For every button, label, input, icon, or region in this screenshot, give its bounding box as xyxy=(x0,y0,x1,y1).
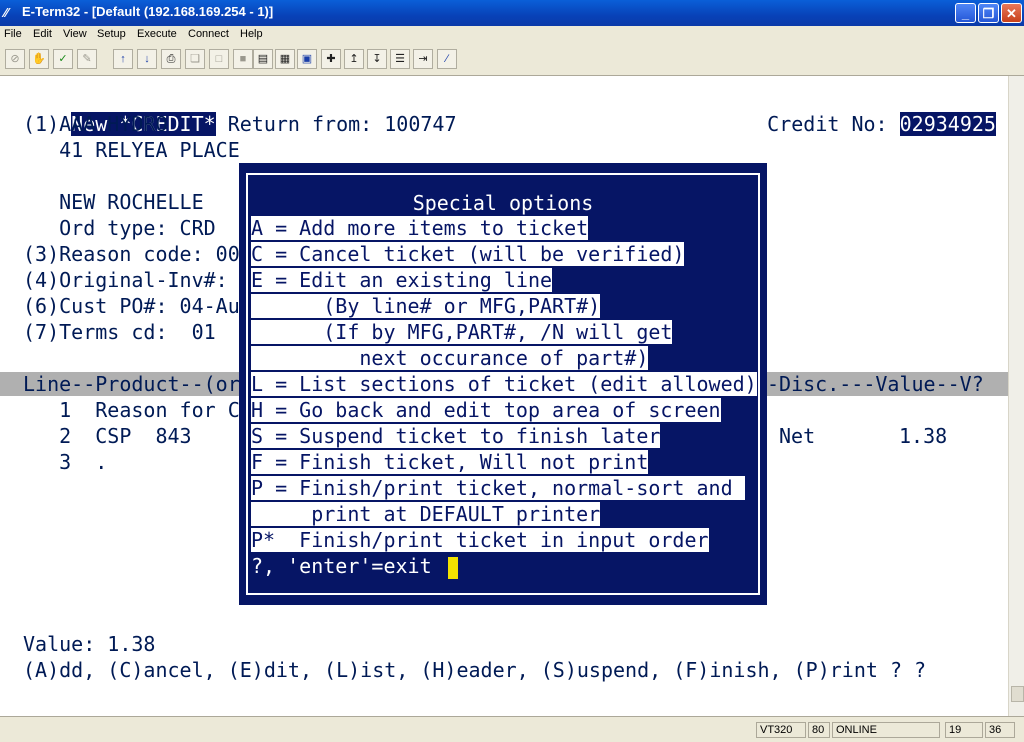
edit-icon[interactable]: ∕ xyxy=(437,49,457,69)
copy-icon[interactable]: ❏ xyxy=(185,49,205,69)
option-suspend[interactable]: S = Suspend ticket to finish later xyxy=(251,424,661,448)
line-item-2-disc: Net xyxy=(779,424,816,448)
app-icon[interactable]: ∕∕ xyxy=(4,5,20,21)
menu-file[interactable]: File xyxy=(4,28,22,40)
option-cancel[interactable]: C = Cancel ticket (will be verified) xyxy=(251,242,685,266)
credit-no: 02934925 xyxy=(899,112,996,136)
script-icon[interactable]: ☰ xyxy=(390,49,410,69)
text-cursor xyxy=(447,556,458,579)
option-add[interactable]: A = Add more items to ticket xyxy=(251,216,589,240)
option-print[interactable]: P = Finish/print ticket, normal-sort and xyxy=(251,476,745,500)
status-emulation: VT320 xyxy=(756,722,806,738)
menu-setup[interactable]: Setup xyxy=(97,28,126,40)
option-print-input-order[interactable]: P* Finish/print ticket in input order xyxy=(251,528,709,552)
exit-icon[interactable]: ⇥ xyxy=(413,49,433,69)
grid-icon[interactable]: ▦ xyxy=(275,49,295,69)
receive-file-icon[interactable]: ↓ xyxy=(137,49,157,69)
upload-icon[interactable]: ↥ xyxy=(344,49,364,69)
window-title: E-Term32 - [Default (192.168.169.254 - 1… xyxy=(22,4,274,19)
clear-icon[interactable]: ■ xyxy=(233,49,253,69)
option-finish[interactable]: F = Finish ticket, Will not print xyxy=(251,450,649,474)
menu-edit[interactable]: Edit xyxy=(33,28,52,40)
cust-po: (6)Cust PO#: 04-Au xyxy=(23,294,240,318)
column-header-left: Line--Product--(or xyxy=(23,372,240,396)
option-list[interactable]: L = List sections of ticket (edit allowe… xyxy=(251,372,757,396)
columns-icon[interactable]: ▤ xyxy=(253,49,273,69)
return-from: Return from: 100747 xyxy=(215,112,457,136)
menu-connect[interactable]: Connect xyxy=(188,28,229,40)
menu-bar: File Edit View Setup Execute Connect Hel… xyxy=(0,26,1024,44)
download-icon[interactable]: ↧ xyxy=(367,49,387,69)
send-file-icon[interactable]: ↑ xyxy=(113,49,133,69)
paste-icon[interactable]: □ xyxy=(209,49,229,69)
address-line: 41 RELYEA PLACE xyxy=(23,138,240,162)
option-header[interactable]: H = Go back and edit top area of screen xyxy=(251,398,721,422)
minimize-button[interactable]: _ xyxy=(955,3,976,23)
status-bar: VT320 80 ONLINE 19 36 xyxy=(0,716,1024,742)
keypad-icon[interactable]: ▣ xyxy=(297,49,317,69)
restore-button[interactable]: ❐ xyxy=(978,3,999,23)
column-header-right: -Disc.---Value--V? xyxy=(767,372,984,396)
command-prompt: (A)dd, (C)ancel, (E)dit, (L)ist, (H)eade… xyxy=(23,658,927,682)
hand-icon[interactable]: ✋ xyxy=(29,49,49,69)
crosshair-icon[interactable]: ✚ xyxy=(321,49,341,69)
disconnect-icon[interactable]: ⊘ xyxy=(5,49,25,69)
connect-icon[interactable]: ✓ xyxy=(53,49,73,69)
vertical-scrollbar[interactable] xyxy=(1008,76,1024,716)
scrollbar-thumb[interactable] xyxy=(1011,686,1024,702)
special-options-dialog: Special options A = Add more items to ti… xyxy=(239,163,767,605)
dialog-prompt[interactable]: ?, 'enter'=exit xyxy=(251,554,458,579)
menu-help[interactable]: Help xyxy=(240,28,263,40)
credit-no-label: Credit No: xyxy=(767,112,900,136)
reason-code: (3)Reason code: 00 xyxy=(23,242,240,266)
city-line: NEW ROCHELLE xyxy=(23,190,204,214)
ord-type: Ord type: CRD xyxy=(23,216,216,240)
toolbar: ⊘ ✋ ✓ ✎ ↑ ↓ ⎙ ❏ □ ■ ▤ ▦ ▣ ✚ ↥ ↧ ☰ ⇥ ∕ xyxy=(0,44,1024,76)
status-row: 19 xyxy=(945,722,983,738)
terms-code: (7)Terms cd: 01 xyxy=(23,320,216,344)
option-edit-note-1: (By line# or MFG,PART#) xyxy=(251,294,601,318)
print-icon[interactable]: ⎙ xyxy=(161,49,181,69)
close-button[interactable]: ✕ xyxy=(1001,3,1022,23)
option-edit-note-3: next occurance of part#) xyxy=(251,346,649,370)
customer-name: (1)AAA HYDRO xyxy=(23,112,168,136)
option-print-note: print at DEFAULT printer xyxy=(251,502,601,526)
value-total: Value: 1.38 xyxy=(23,632,156,656)
dialog-prompt-text: ?, 'enter'=exit xyxy=(251,554,444,578)
menu-execute[interactable]: Execute xyxy=(137,28,177,40)
title-bar: ∕∕ E-Term32 - [Default (192.168.169.254 … xyxy=(0,0,1024,26)
option-edit-note-2: (If by MFG,PART#, /N will get xyxy=(251,320,673,344)
original-inv: (4)Original-Inv#: xyxy=(23,268,240,292)
dialog-title: Special options xyxy=(412,191,594,215)
line-item-3: 3 . xyxy=(23,450,108,474)
line-item-2: 2 CSP 843 xyxy=(23,424,192,448)
macro-icon[interactable]: ✎ xyxy=(77,49,97,69)
line-item-2-value: 1.38 xyxy=(899,424,948,448)
status-columns: 80 xyxy=(808,722,830,738)
status-col: 36 xyxy=(985,722,1015,738)
menu-view[interactable]: View xyxy=(63,28,87,40)
option-edit[interactable]: E = Edit an existing line xyxy=(251,268,553,292)
line-item-1: 1 Reason for C xyxy=(23,398,240,422)
status-connection: ONLINE xyxy=(832,722,940,738)
